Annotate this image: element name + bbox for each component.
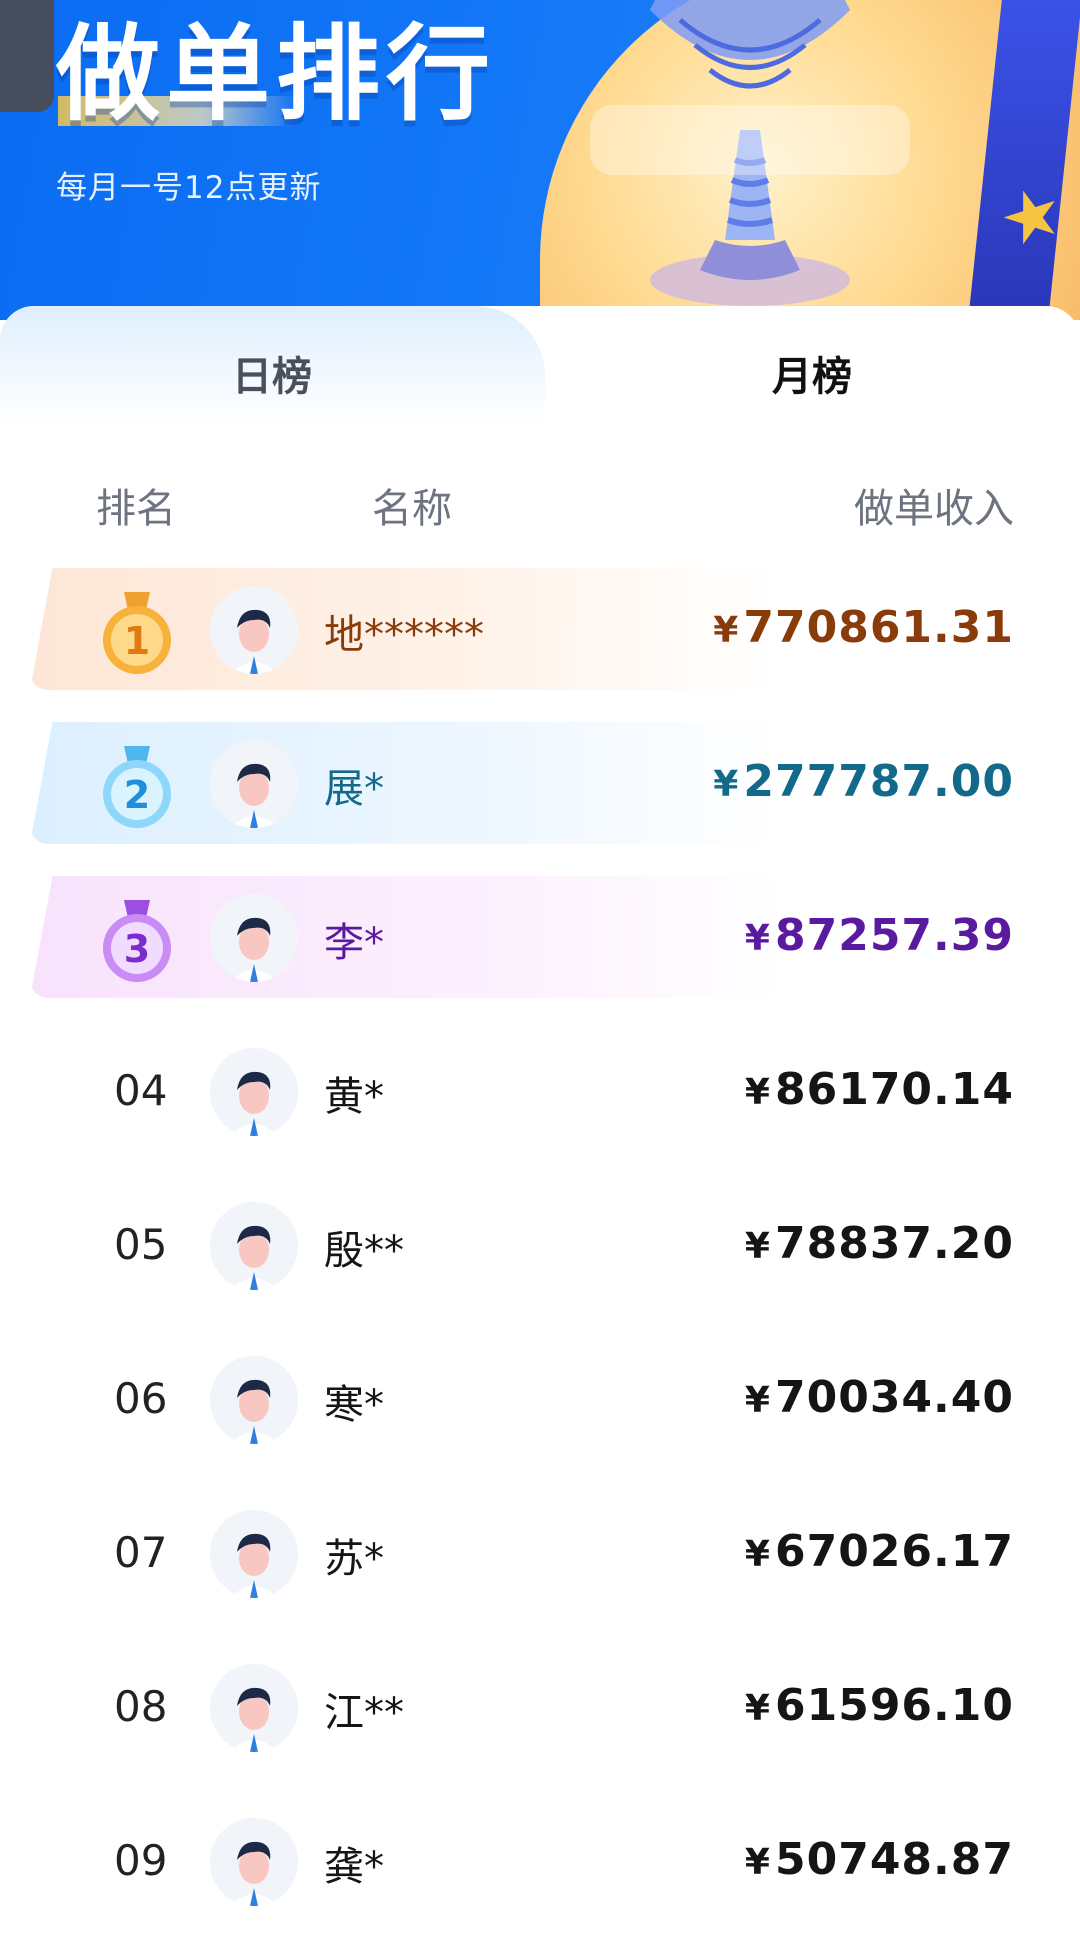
user-name: 苏* (324, 1536, 384, 1582)
rank-number: 05 (114, 1220, 168, 1269)
rank-number: 07 (114, 1528, 168, 1577)
bronze-medal-icon: 3 (103, 900, 171, 982)
update-note: 每月一号12点更新 (56, 170, 322, 206)
avatar (210, 586, 298, 674)
ranking-row: 1 地****** ¥770861.31 (0, 566, 1080, 692)
rank-number: 04 (114, 1066, 168, 1115)
ranking-tabs: 日榜 月榜 (0, 306, 1080, 426)
svg-text:1: 1 (124, 619, 150, 663)
tab-daily[interactable]: 日榜 (122, 344, 422, 402)
tab-monthly[interactable]: 月榜 (662, 344, 962, 402)
back-button[interactable] (0, 0, 54, 112)
ranking-row: 07 苏* ¥67026.17 (0, 1490, 1080, 1616)
header-banner: ★ 做单排行 每月一号12点更新 (0, 0, 1080, 320)
income-amount: ¥70034.40 (744, 1372, 1014, 1423)
page-title: 做单排行 (56, 13, 497, 135)
user-name: 殷** (324, 1228, 404, 1274)
avatar (210, 1818, 298, 1906)
user-name: 李* (324, 920, 384, 966)
income-amount: ¥277787.00 (713, 756, 1014, 807)
user-name: 龚* (324, 1844, 384, 1890)
user-name: 寒* (324, 1382, 384, 1428)
ranking-row: 08 江** ¥61596.10 (0, 1644, 1080, 1770)
column-header-income: 做单收入 (854, 486, 1014, 532)
trophy-icon (590, 0, 910, 306)
user-name: 江** (324, 1690, 404, 1736)
user-name: 黄* (324, 1074, 384, 1120)
user-name: 地****** (324, 612, 484, 658)
ranking-row: 2 展* ¥277787.00 (0, 720, 1080, 846)
column-header-name: 名称 (372, 486, 452, 532)
rank-number: 06 (114, 1374, 168, 1423)
income-amount: ¥50748.87 (744, 1834, 1014, 1885)
avatar (210, 1664, 298, 1752)
column-header-rank: 排名 (96, 486, 176, 532)
user-name: 展* (324, 766, 384, 812)
income-amount: ¥87257.39 (744, 910, 1014, 961)
ranking-row: 09 龚* ¥50748.87 (0, 1798, 1080, 1924)
svg-text:2: 2 (124, 773, 150, 817)
ranking-row: 05 殷** ¥78837.20 (0, 1182, 1080, 1308)
avatar (210, 740, 298, 828)
avatar (210, 1202, 298, 1290)
income-amount: ¥78837.20 (744, 1218, 1014, 1269)
ranking-row: 04 黄* ¥86170.14 (0, 1028, 1080, 1154)
rank-number: 09 (114, 1836, 168, 1885)
income-amount: ¥67026.17 (744, 1526, 1014, 1577)
income-amount: ¥61596.10 (744, 1680, 1014, 1731)
income-amount: ¥86170.14 (744, 1064, 1014, 1115)
avatar (210, 1356, 298, 1444)
silver-medal-icon: 2 (103, 746, 171, 828)
avatar (210, 1510, 298, 1598)
svg-text:3: 3 (124, 927, 150, 971)
rank-number: 08 (114, 1682, 168, 1731)
income-amount: ¥770861.31 (713, 602, 1014, 653)
gold-medal-icon: 1 (103, 592, 171, 674)
ranking-row: 3 李* ¥87257.39 (0, 874, 1080, 1000)
ranking-row: 06 寒* ¥70034.40 (0, 1336, 1080, 1462)
avatar (210, 1048, 298, 1136)
avatar (210, 894, 298, 982)
